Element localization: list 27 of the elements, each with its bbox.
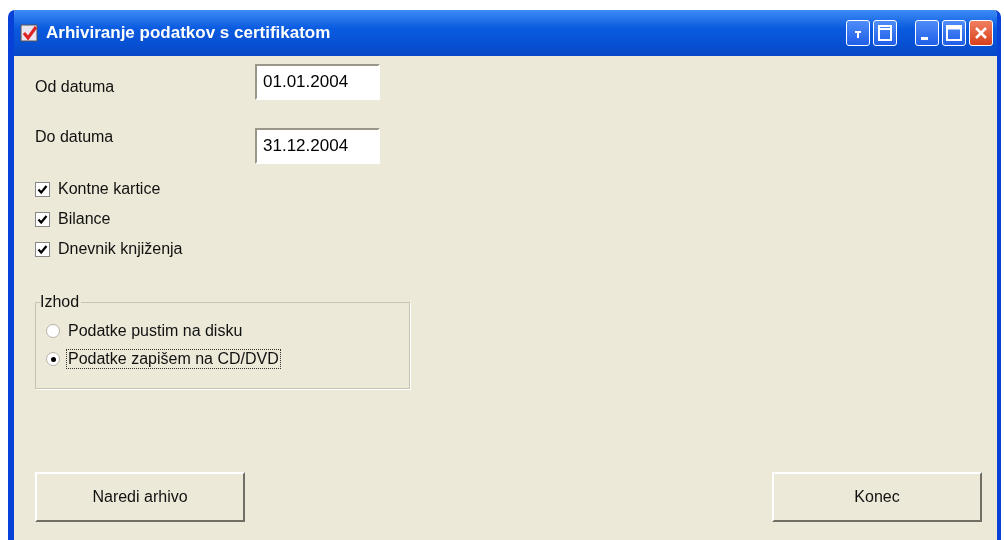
maximize-icon — [946, 25, 962, 41]
field-label: Od datuma — [35, 78, 116, 96]
radio-button[interactable] — [46, 324, 60, 338]
checkbox[interactable] — [35, 241, 50, 257]
checkbox[interactable] — [35, 181, 50, 197]
radio-button[interactable] — [46, 352, 60, 366]
date-field[interactable]: 01.01.2004 — [255, 64, 380, 100]
checkbox[interactable] — [35, 211, 50, 227]
checkbox-label: Dnevnik knjiženja — [58, 240, 183, 258]
window-title: Arhiviranje podatkov s certifikatom — [46, 23, 332, 43]
checkbox-label: Kontne kartice — [58, 180, 161, 198]
minimize-icon — [921, 36, 928, 40]
radio-label: Podatke zapišem na CD/DVD — [66, 349, 281, 369]
window-layout-button[interactable] — [873, 20, 897, 46]
date-field[interactable]: 31.12.2004 — [255, 128, 380, 164]
checkmark-icon — [20, 24, 38, 42]
close-icon — [973, 25, 989, 41]
maximize-button[interactable] — [942, 20, 966, 46]
radio-label: Podatke pustim na disku — [67, 321, 244, 341]
dialog-button[interactable]: Naredi arhivo — [35, 472, 245, 522]
window-icon — [878, 25, 892, 41]
field-label: Do datuma — [35, 128, 115, 146]
dialog-button[interactable]: Konec — [772, 472, 982, 522]
minimize-button[interactable] — [915, 20, 939, 46]
pin-button[interactable] — [846, 20, 870, 46]
checkbox-label: Bilance — [58, 210, 111, 228]
close-button[interactable] — [969, 20, 993, 46]
